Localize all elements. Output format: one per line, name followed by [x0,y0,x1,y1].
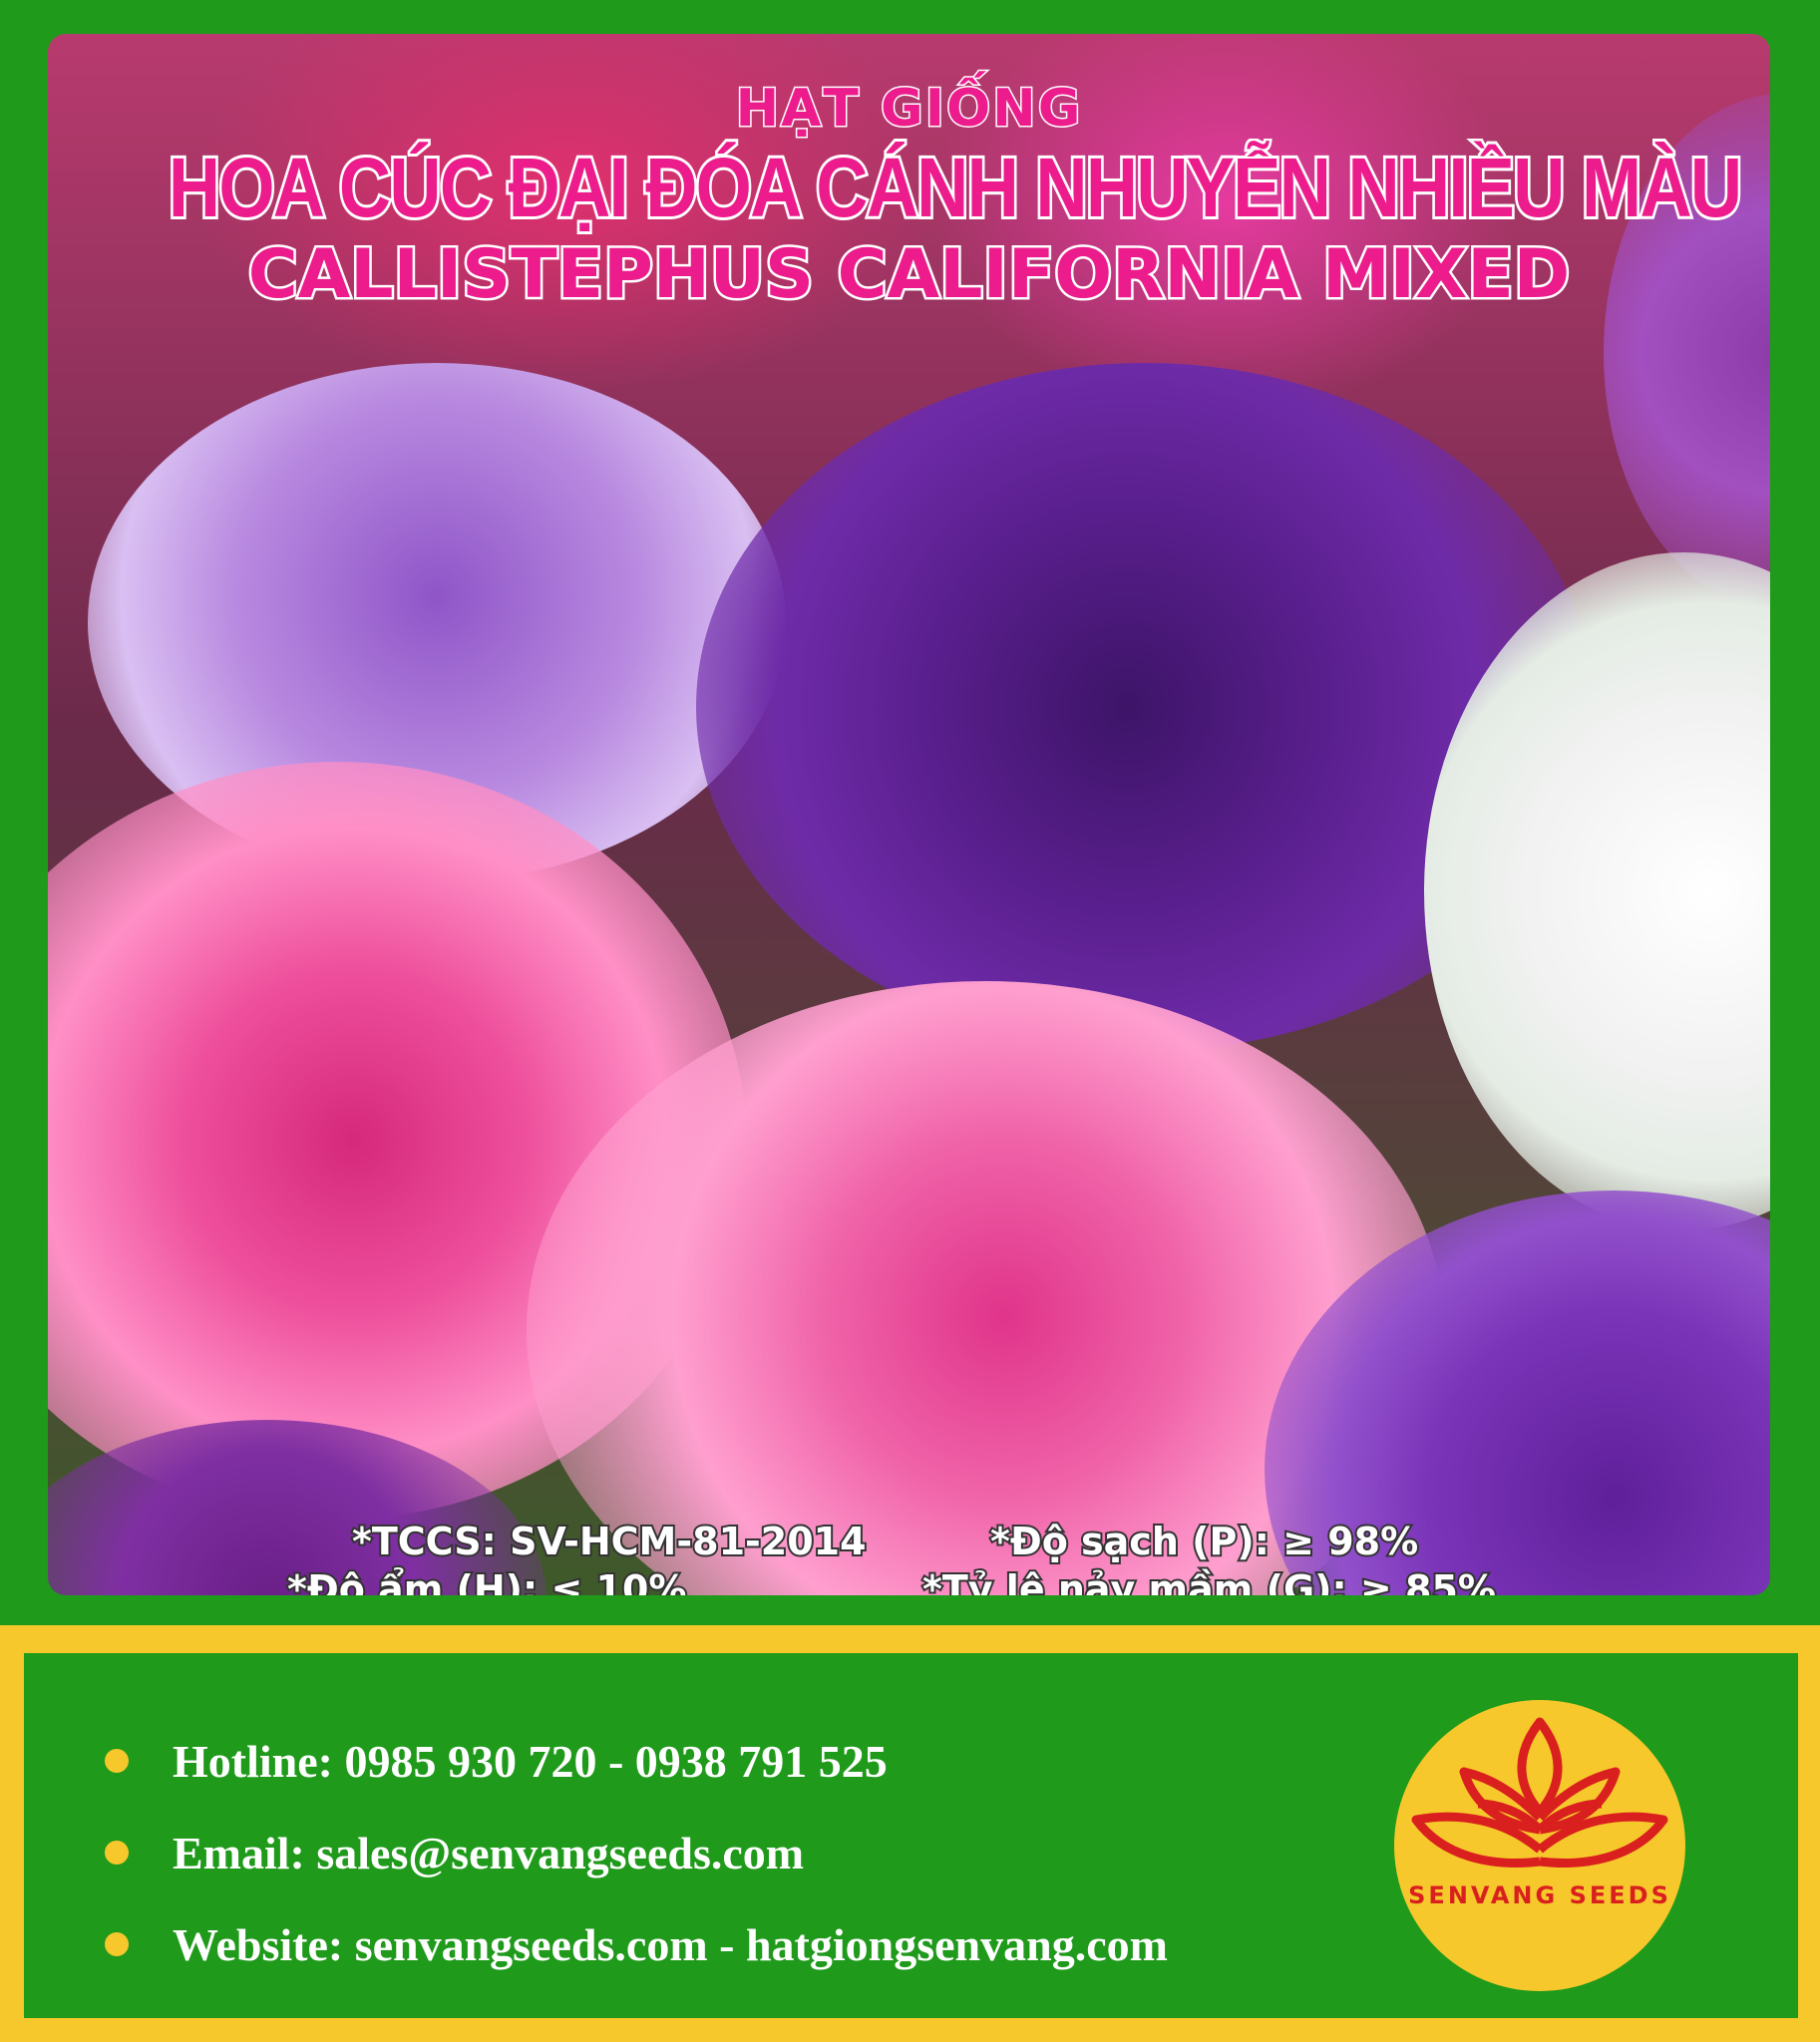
bullet-icon [105,1841,129,1865]
spec-moisture: *Độ ẩm (H): ≤ 10% [285,1565,689,1595]
bullet-icon [105,1749,129,1773]
website-text: Website: senvangseeds.com - hatgiongsenv… [173,1918,1168,1970]
title-vietnamese-name: HOA CÚC ĐẠI ĐÓA CÁNH NHUYỄN NHIỀU MÀU [166,138,1744,237]
contact-website: Website: senvangseeds.com - hatgiongsenv… [105,1898,1168,1990]
hotline-text: Hotline: 0985 930 720 - 0938 791 525 [173,1735,888,1787]
product-photo: HẠT GIỐNG HOA CÚC ĐẠI ĐÓA CÁNH NHUYỄN NH… [48,34,1770,1595]
logo-brand-text: SENVANG SEEDS [1408,1881,1671,1909]
title-latin-name: CALLISTEPHUS CALIFORNIA MIXED [245,233,1573,316]
lotus-icon [1411,1717,1668,1868]
spec-germination: *Tỷ lệ nảy mầm (G): ≥ 85% [920,1565,1498,1595]
spec-block: *TCCS: SV-HCM-81-2014 *Độ sạch (P): ≥ 98… [48,1518,1770,1595]
product-title: HẠT GIỐNG HOA CÚC ĐẠI ĐÓA CÁNH NHUYỄN NH… [48,77,1770,316]
contact-hotline: Hotline: 0985 930 720 - 0938 791 525 [105,1715,1168,1807]
title-seed-label: HẠT GIỐNG [734,77,1083,140]
spec-purity: *Độ sạch (P): ≥ 98% [988,1518,1420,1565]
bullet-icon [105,1932,129,1956]
contact-email: Email: sales@senvangseeds.com [105,1807,1168,1898]
contact-list: Hotline: 0985 930 720 - 0938 791 525 Ema… [105,1715,1168,1990]
email-text: Email: sales@senvangseeds.com [173,1827,805,1878]
spec-tccs: *TCCS: SV-HCM-81-2014 [350,1518,869,1565]
senvang-logo: SENVANG SEEDS [1394,1700,1685,1991]
